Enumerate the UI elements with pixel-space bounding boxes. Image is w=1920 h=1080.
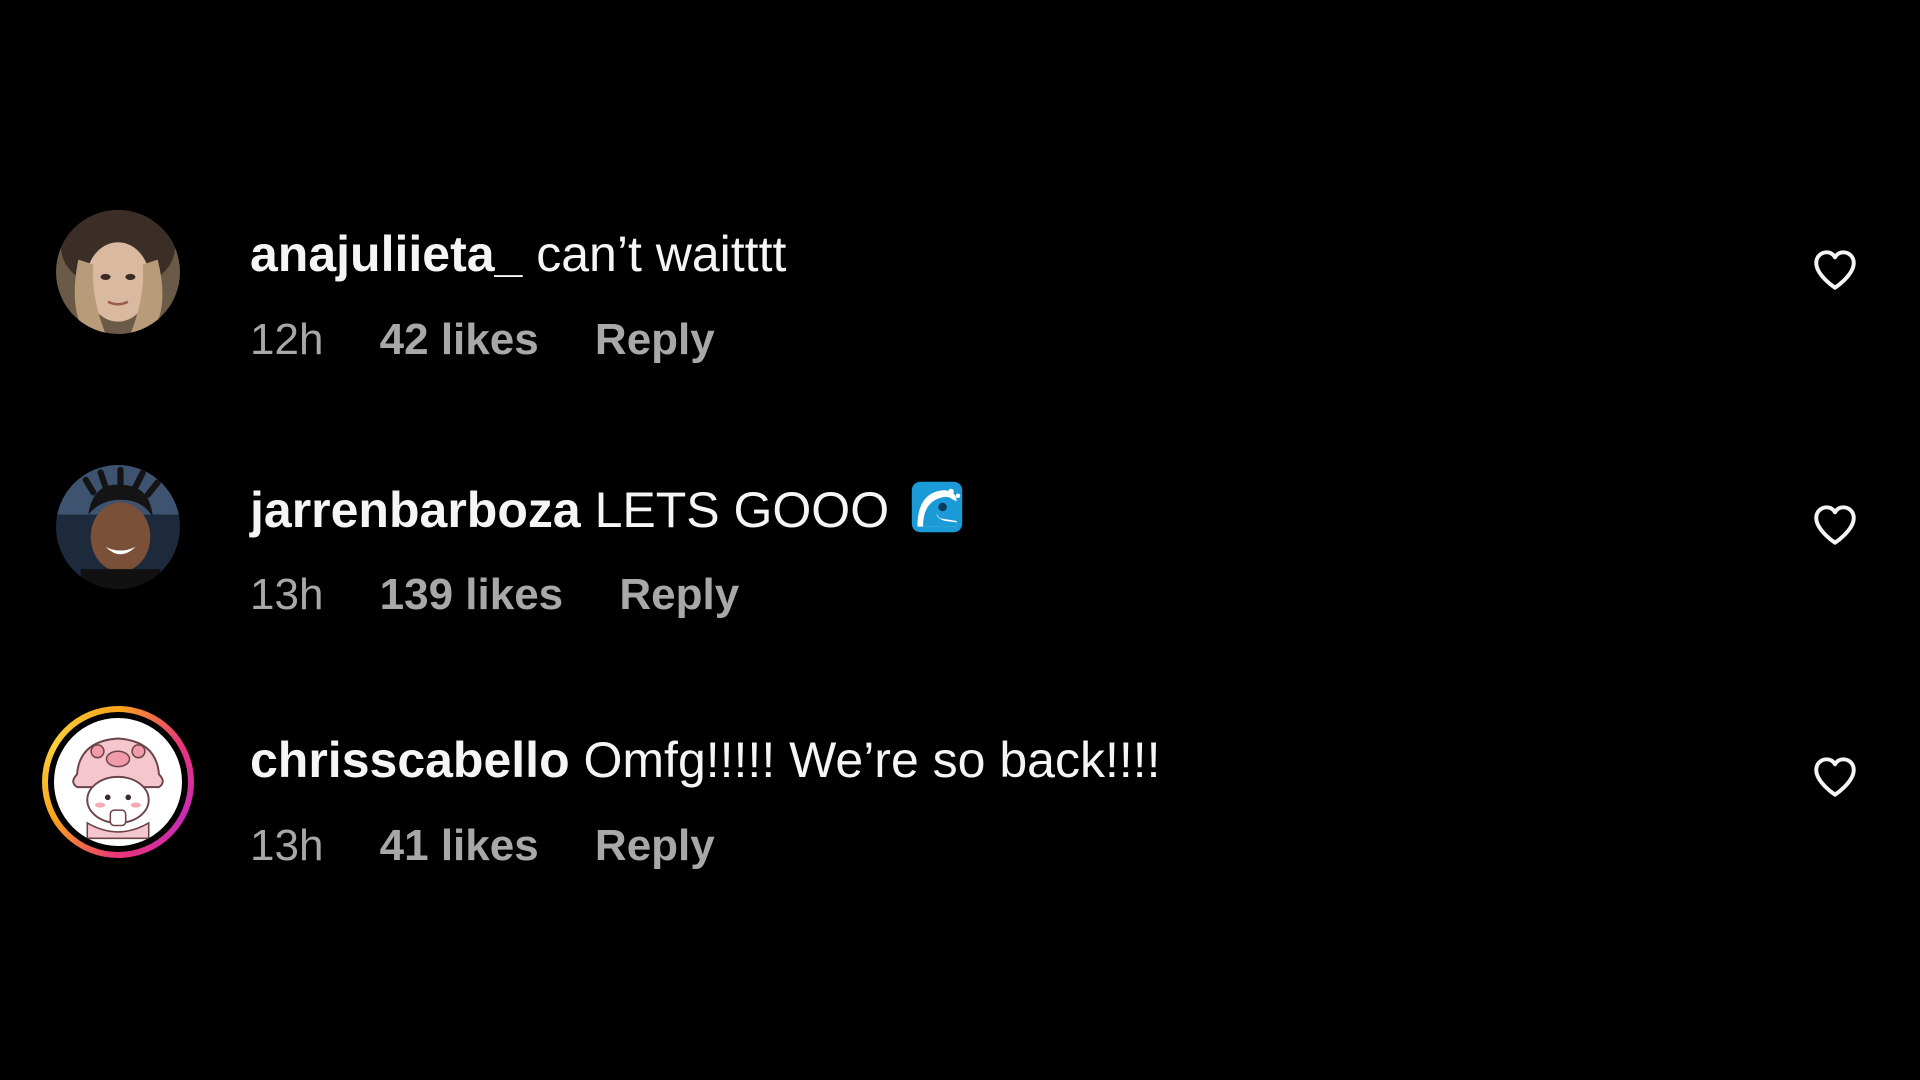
username-link[interactable]: chrisscabello (250, 732, 570, 788)
comment-body: LETS GOOO (594, 482, 890, 538)
username-link[interactable]: jarrenbarboza (250, 482, 581, 538)
heart-outline-icon[interactable] (1810, 500, 1860, 550)
comment-item: chrisscabello Omfg!!!!! We’re so back!!!… (0, 706, 1920, 896)
heart-outline-icon[interactable] (1810, 245, 1860, 295)
avatar (54, 718, 182, 846)
story-ring-avatar[interactable] (42, 706, 194, 858)
reply-button[interactable]: Reply (595, 821, 715, 870)
comment-text-line: jarrenbarboza LETS GOOO (250, 479, 965, 540)
avatar-photo (56, 465, 180, 589)
reply-button[interactable]: Reply (619, 570, 739, 619)
likes-count[interactable]: 139 likes (380, 570, 564, 619)
likes-count[interactable]: 41 likes (380, 821, 539, 870)
comments-screen: { "comments": [ { "username": "anajuliie… (0, 0, 1920, 1080)
comment-timestamp: 13h (250, 821, 324, 870)
username-link[interactable]: anajuliieta_ (250, 226, 522, 282)
avatar[interactable] (56, 465, 180, 589)
comment-item: jarrenbarboza LETS GOOO 13h 139 likes Re… (0, 455, 1920, 645)
comment-item: anajuliieta_ can’t waitttt 12h 42 likes … (0, 200, 1920, 390)
avatar-photo (54, 718, 182, 846)
comment-body: Omfg!!!!! We’re so back!!!! (583, 732, 1161, 788)
likes-count[interactable]: 42 likes (380, 315, 539, 364)
comment-meta: 12h 42 likes Reply (250, 314, 759, 366)
comment-timestamp: 12h (250, 315, 324, 364)
heart-outline-icon[interactable] (1810, 752, 1860, 802)
comment-body: can’t waitttt (536, 226, 787, 282)
avatar[interactable] (56, 210, 180, 334)
comment-meta: 13h 41 likes Reply (250, 820, 759, 872)
water-wave-emoji (911, 481, 963, 533)
comment-text-line: chrisscabello Omfg!!!!! We’re so back!!!… (250, 730, 1161, 790)
reply-button[interactable]: Reply (595, 315, 715, 364)
comment-text-line: anajuliieta_ can’t waitttt (250, 224, 786, 284)
comment-timestamp: 13h (250, 570, 324, 619)
avatar-photo (56, 210, 180, 334)
comment-meta: 13h 139 likes Reply (250, 569, 783, 621)
